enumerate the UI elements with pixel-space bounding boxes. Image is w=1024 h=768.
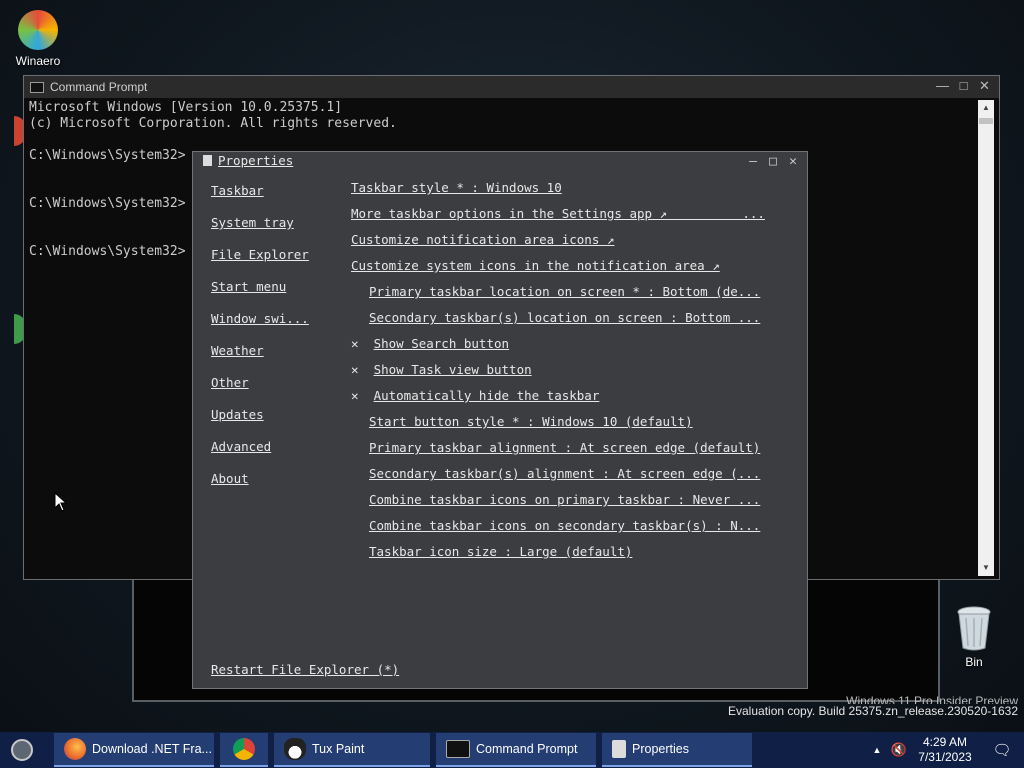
recycle-bin-icon xyxy=(957,606,991,651)
option-label: Automatically hide the taskbar xyxy=(373,388,600,403)
properties-icon xyxy=(612,740,626,758)
taskbar-item-properties[interactable]: Properties xyxy=(602,733,752,767)
taskbar-option[interactable]: Taskbar style * : Windows 10 xyxy=(351,180,791,206)
taskbar: Download .NET Fra... Tux Paint Command P… xyxy=(0,732,1024,768)
properties-icon xyxy=(203,155,212,166)
taskbar-item-command-prompt[interactable]: Command Prompt xyxy=(436,733,596,767)
start-orb-icon xyxy=(11,739,33,761)
desktop-icon-label: Winaero xyxy=(15,54,61,68)
properties-titlebar[interactable]: Properties xyxy=(203,153,293,168)
scroll-up-icon[interactable]: ▲ xyxy=(978,100,994,116)
maximize-button[interactable]: □ xyxy=(953,76,974,96)
nav-item-start-menu[interactable]: Start menu xyxy=(211,279,309,311)
cmd-title: Command Prompt xyxy=(50,80,148,94)
notification-icon[interactable]: 🗨 xyxy=(980,741,1024,759)
tux-icon xyxy=(284,738,306,760)
properties-nav: Taskbar System tray File Explorer Start … xyxy=(211,183,309,503)
properties-window[interactable]: Properties — □ ✕ Taskbar System tray Fil… xyxy=(192,151,808,689)
taskbar-item-chrome[interactable] xyxy=(220,733,268,767)
taskbar-option[interactable]: Customize system icons in the notificati… xyxy=(351,258,791,284)
system-tray: ▲ 🔇 4:29 AM 7/31/2023 🗨 xyxy=(866,732,1024,768)
evaluation-watermark: Windows 11 Pro Insider Preview Evaluatio… xyxy=(728,696,1018,719)
maximize-button[interactable]: □ xyxy=(763,154,783,169)
console-line: Microsoft Windows [Version 10.0.25375.1] xyxy=(29,100,343,115)
chrome-icon xyxy=(233,738,255,760)
checkbox-x-icon[interactable]: ✕ xyxy=(351,336,374,351)
restart-explorer-link[interactable]: Restart File Explorer (*) xyxy=(211,662,399,677)
watermark-line-2: Evaluation copy. Build 25375.zn_release.… xyxy=(728,704,1018,718)
close-button[interactable]: ✕ xyxy=(783,154,803,169)
taskbar-option[interactable]: More taskbar options in the Settings app… xyxy=(351,206,791,232)
cmd-icon xyxy=(30,81,44,93)
taskbar-option[interactable]: Combine taskbar icons on primary taskbar… xyxy=(351,492,791,518)
nav-item-advanced[interactable]: Advanced xyxy=(211,439,309,471)
taskbar-option[interactable]: Secondary taskbar(s) alignment : At scre… xyxy=(351,466,791,492)
volume-muted-icon[interactable]: 🔇 xyxy=(888,742,910,758)
desktop-icon-label: Bin xyxy=(965,655,983,669)
minimize-button[interactable]: — xyxy=(932,76,953,96)
minimize-button[interactable]: — xyxy=(743,154,763,169)
nav-item-weather[interactable]: Weather xyxy=(211,343,309,375)
checkbox-x-icon[interactable]: ✕ xyxy=(351,362,374,377)
nav-item-updates[interactable]: Updates xyxy=(211,407,309,439)
taskbar-option[interactable]: Secondary taskbar(s) location on screen … xyxy=(351,310,791,336)
taskbar-option[interactable]: ✕ Show Search button xyxy=(351,336,791,362)
clock-time: 4:29 AM xyxy=(922,735,968,749)
winaero-icon xyxy=(18,10,58,50)
option-label: Show Task view button xyxy=(373,362,532,377)
option-label: Show Search button xyxy=(373,336,510,351)
taskbar-option[interactable]: Primary taskbar location on screen * : B… xyxy=(351,284,791,310)
cmd-scrollbar[interactable]: ▲ ▼ xyxy=(978,100,994,576)
taskbar-item-label: Tux Paint xyxy=(312,742,365,756)
desktop-icon-recycle-bin[interactable]: Bin xyxy=(950,606,998,669)
mouse-cursor-icon xyxy=(54,492,66,512)
checkbox-x-icon[interactable]: ✕ xyxy=(351,388,374,403)
start-button[interactable] xyxy=(0,732,44,768)
cmd-icon xyxy=(446,740,470,758)
taskbar-option[interactable]: Primary taskbar alignment : At screen ed… xyxy=(351,440,791,466)
properties-title: Properties xyxy=(218,153,294,168)
clock[interactable]: 4:29 AM 7/31/2023 xyxy=(910,735,980,765)
taskbar-option[interactable]: Taskbar icon size : Large (default) xyxy=(351,544,791,570)
cmd-titlebar[interactable]: Command Prompt — □ ✕ xyxy=(24,76,999,98)
nav-item-file-explorer[interactable]: File Explorer xyxy=(211,247,309,279)
taskbar-option[interactable]: ✕ Automatically hide the taskbar xyxy=(351,388,791,414)
console-line: (c) Microsoft Corporation. All rights re… xyxy=(29,116,397,131)
clock-date: 7/31/2023 xyxy=(918,750,972,764)
taskbar-option[interactable]: Customize notification area icons ↗ xyxy=(351,232,791,258)
taskbar-item-label: Properties xyxy=(632,742,689,756)
chevron-up-icon[interactable]: ▲ xyxy=(866,745,888,755)
nav-item-window-switcher[interactable]: Window swi... xyxy=(211,311,309,343)
nav-item-taskbar[interactable]: Taskbar xyxy=(211,183,309,215)
taskbar-options-list: Taskbar style * : Windows 10 More taskbar… xyxy=(351,180,791,570)
watermark-line-1: Windows 11 Pro Insider Preview xyxy=(846,696,1018,704)
taskbar-option[interactable]: Start button style * : Windows 10 (defau… xyxy=(351,414,791,440)
taskbar-item-label: Command Prompt xyxy=(476,742,578,756)
nav-item-system-tray[interactable]: System tray xyxy=(211,215,309,247)
taskbar-option[interactable]: Combine taskbar icons on secondary taskb… xyxy=(351,518,791,544)
close-button[interactable]: ✕ xyxy=(974,76,995,96)
scroll-down-icon[interactable]: ▼ xyxy=(978,560,994,576)
scroll-thumb[interactable] xyxy=(979,118,993,124)
taskbar-item-firefox[interactable]: Download .NET Fra... xyxy=(54,733,214,767)
taskbar-item-tux-paint[interactable]: Tux Paint xyxy=(274,733,430,767)
firefox-icon xyxy=(64,738,86,760)
desktop-icon-winaero[interactable]: Winaero xyxy=(8,10,68,68)
taskbar-option[interactable]: ✕ Show Task view button xyxy=(351,362,791,388)
nav-item-about[interactable]: About xyxy=(211,471,309,503)
nav-item-other[interactable]: Other xyxy=(211,375,309,407)
taskbar-item-label: Download .NET Fra... xyxy=(92,742,212,756)
